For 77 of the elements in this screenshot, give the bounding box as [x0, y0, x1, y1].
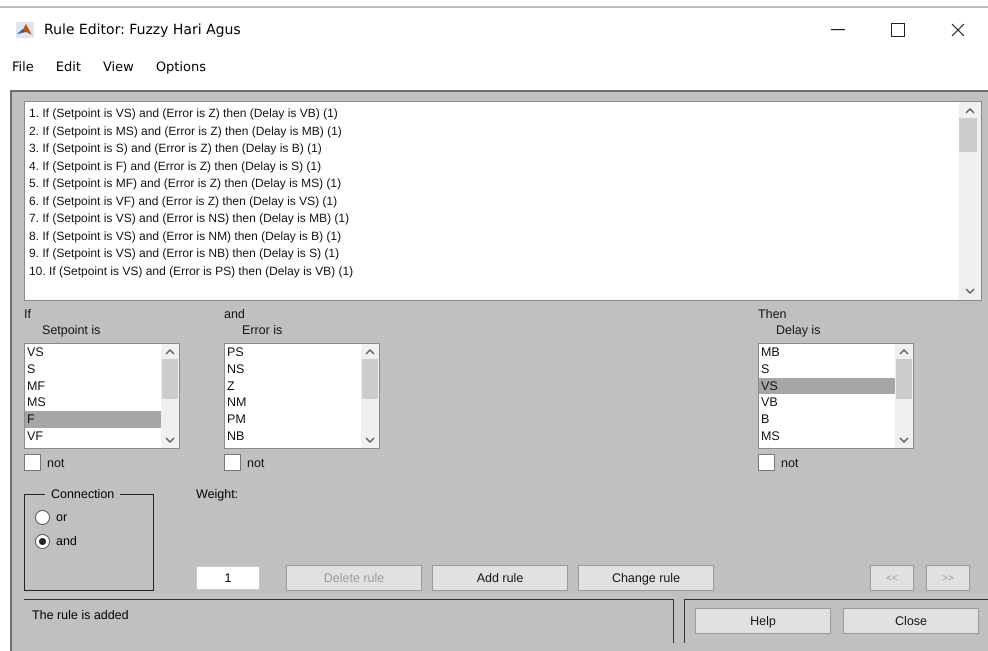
rule-line[interactable]: 7. If (Setpoint is VS) and (Error is NS) then (Delay is MB) (1)	[29, 210, 955, 228]
rule-line[interactable]: 5. If (Setpoint is MF) and (Error is Z) then (Delay is MS) (1)	[29, 175, 955, 192]
weight-field[interactable]: 1	[196, 566, 260, 590]
scroll-up-icon[interactable]	[165, 349, 175, 355]
menu-item[interactable]: Options	[156, 58, 206, 76]
scroll-down-icon[interactable]	[899, 437, 909, 443]
variable-label: Setpoint is	[42, 323, 100, 337]
rule-line[interactable]: 2. If (Setpoint is MS) and (Error is Z) then (Delay is MB) (1)	[29, 122, 955, 140]
menu-item[interactable]: Edit	[56, 58, 81, 76]
list-item[interactable]: F	[25, 411, 161, 428]
rule-line[interactable]: 3. If (Setpoint is S) and (Error is Z) then (Delay is B) (1)	[29, 140, 955, 158]
not-label: not	[781, 456, 798, 470]
scrollbar-thumb[interactable]	[162, 359, 178, 399]
footer-button[interactable]: Close	[843, 608, 979, 634]
close-icon[interactable]	[951, 23, 965, 37]
list-item[interactable]: MB	[759, 344, 895, 361]
rule-line[interactable]: 10. If (Setpoint is VS) and (Error is PS) then (Delay is VB) (1)	[29, 262, 955, 280]
rule-line[interactable]: 6. If (Setpoint is VF) and (Error is Z) then (Delay is VS) (1)	[29, 192, 955, 210]
list-item[interactable]: VF	[25, 428, 161, 445]
list-item[interactable]: PS	[225, 344, 361, 361]
scroll-up-icon[interactable]	[899, 349, 909, 355]
connector-label: and	[224, 307, 245, 321]
rule-button[interactable]: Change rule	[578, 565, 714, 591]
list-item[interactable]: MS	[25, 394, 161, 412]
connector-label: Then	[758, 307, 786, 321]
scroll-up-icon[interactable]	[365, 349, 375, 355]
scrollbar-thumb[interactable]	[959, 118, 977, 152]
list-item[interactable]: NS	[225, 360, 361, 378]
rule-button[interactable]: Add rule	[432, 565, 568, 591]
radio-button[interactable]	[35, 534, 50, 548]
list-item[interactable]: S	[759, 360, 895, 378]
group-title: Connection	[50, 487, 116, 501]
not-checkbox[interactable]	[758, 454, 775, 471]
scroll-down-icon[interactable]	[965, 288, 975, 294]
connector-label: If	[24, 307, 31, 321]
radio-label: and	[56, 534, 77, 548]
list-item[interactable]: Z	[225, 378, 361, 394]
minimize-icon[interactable]	[831, 29, 845, 31]
menu-item[interactable]: File	[12, 58, 34, 76]
rule-line[interactable]: 4. If (Setpoint is F) and (Error is Z) then (Delay is S) (1)	[29, 158, 955, 175]
rule-line[interactable]: 8. If (Setpoint is VS) and (Error is NM) then (Delay is B) (1)	[29, 228, 955, 245]
weight-label: Weight:	[196, 487, 240, 501]
scroll-up-icon[interactable]	[965, 108, 975, 114]
list-item[interactable]: MF	[25, 378, 161, 394]
list-item[interactable]: S	[25, 360, 161, 378]
not-checkbox[interactable]	[24, 454, 41, 471]
scrollbar-thumb[interactable]	[362, 359, 378, 399]
window-title: Rule Editor: Fuzzy Hari Agus	[44, 22, 242, 38]
rule-list[interactable]	[24, 101, 982, 301]
scrollbar-thumb[interactable]	[896, 359, 912, 399]
list-item[interactable]: VB	[759, 394, 895, 412]
status-bar: The rule is added	[24, 599, 674, 643]
app-logo-icon	[16, 22, 34, 38]
list-item[interactable]: B	[759, 411, 895, 428]
scroll-down-icon[interactable]	[365, 437, 375, 443]
not-checkbox[interactable]	[224, 454, 241, 471]
list-item[interactable]: NB	[225, 428, 361, 445]
list-item[interactable]: NM	[225, 394, 361, 412]
not-label: not	[47, 456, 64, 470]
list-item[interactable]: VS	[25, 344, 161, 361]
radio-button[interactable]	[35, 510, 50, 524]
list-item[interactable]: MS	[759, 428, 895, 445]
not-label: not	[247, 456, 264, 470]
list-item[interactable]: PM	[225, 411, 361, 428]
radio-label: or	[56, 510, 68, 524]
footer-button[interactable]: Help	[695, 608, 831, 634]
variable-label: Error is	[242, 323, 282, 337]
list-item[interactable]: VS	[759, 378, 895, 394]
menu-item[interactable]: View	[102, 58, 134, 76]
term-list[interactable]: MB S VS VB B MS	[758, 343, 914, 449]
rule-line[interactable]: 1. If (Setpoint is VS) and (Error is Z) then (Delay is VB) (1)	[29, 105, 955, 122]
term-list[interactable]: VS S MF MS F VF	[24, 343, 180, 449]
term-list[interactable]: PS NS Z NM PM NB	[224, 343, 380, 449]
variable-label: Delay is	[776, 323, 820, 337]
scroll-down-icon[interactable]	[165, 437, 175, 443]
maximize-icon[interactable]	[891, 23, 905, 37]
rule-line[interactable]: 9. If (Setpoint is VS) and (Error is NB) then (Delay is S) (1)	[29, 245, 955, 262]
